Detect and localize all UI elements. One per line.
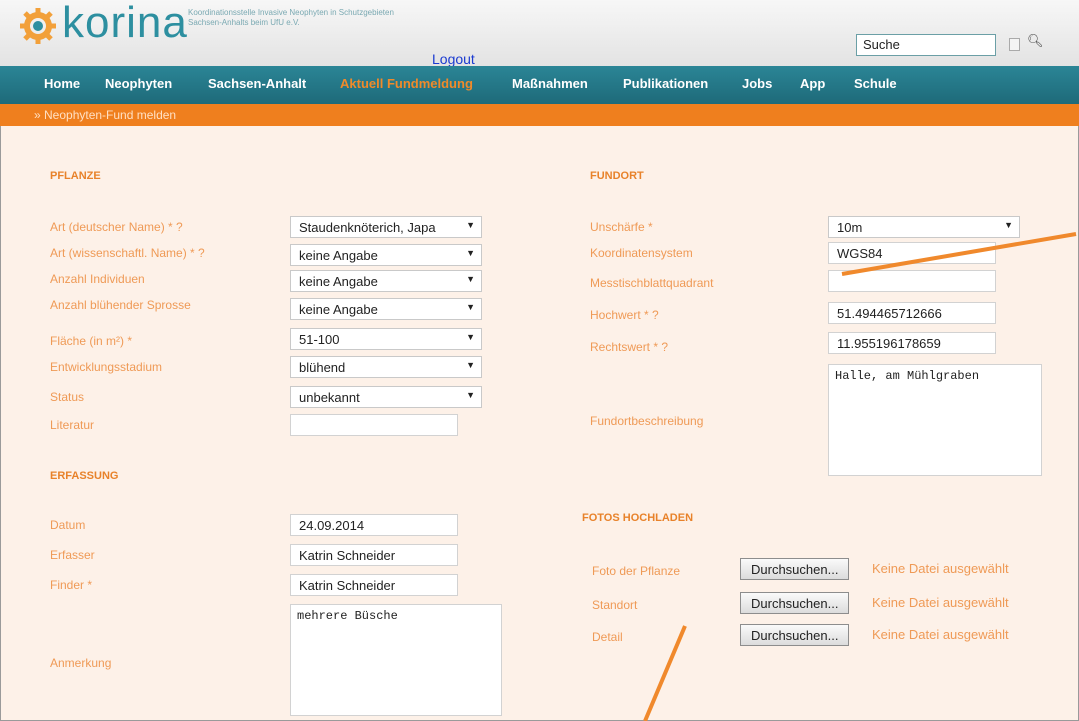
annotation-arrows — [643, 232, 1077, 721]
annotation-arrow-bottom — [643, 625, 687, 721]
annotation-arrow-top — [841, 232, 1077, 276]
